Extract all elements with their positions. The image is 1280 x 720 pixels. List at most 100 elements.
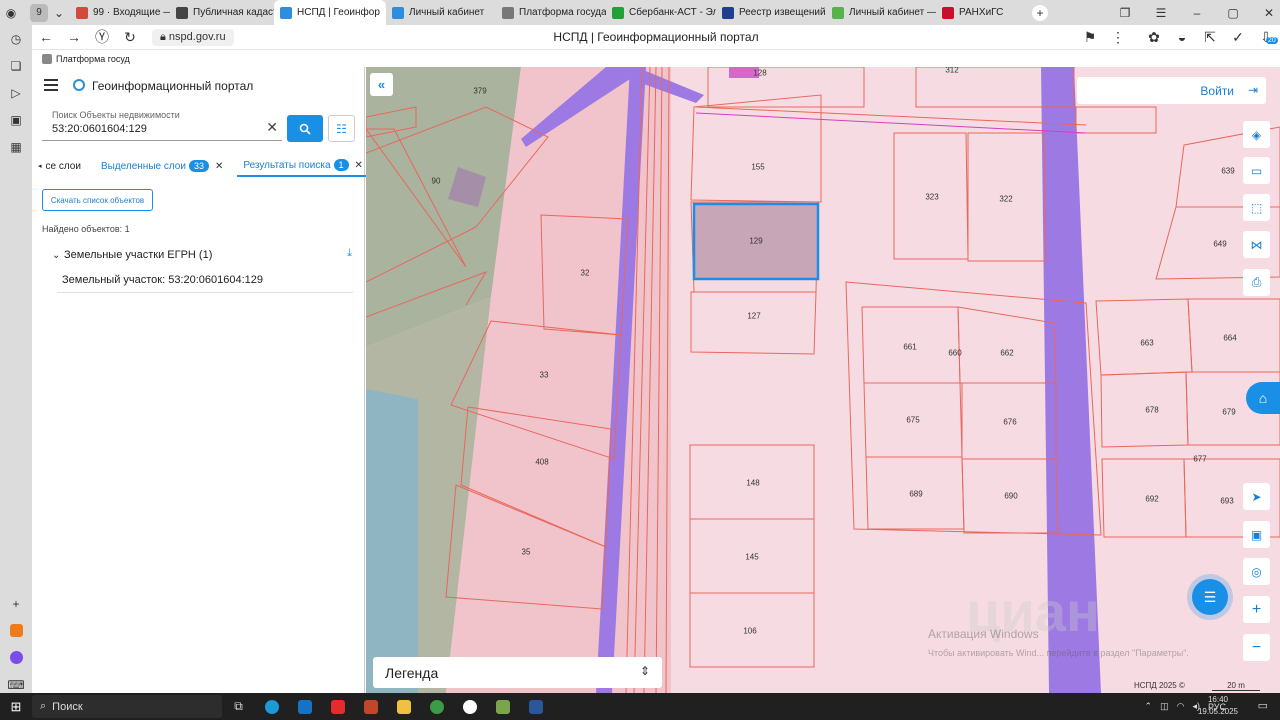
chevron-down-icon[interactable]: ⌄ [52,250,64,261]
tab-count-badge[interactable]: 9 [30,3,48,22]
vpn-icon[interactable]: ◒ [1168,29,1196,45]
measure-button[interactable]: ▭ [1243,157,1270,184]
windows-start-icon[interactable]: ⊞ [0,693,32,720]
clock[interactable]: 16:40 19.05.2025 [1198,694,1238,718]
taskbar-search[interactable]: ⌕ Поиск [32,695,222,718]
map-view[interactable]: 379 128 312 90 155 323 322 639 129 32 649 127 661 660… [366,67,1280,693]
close-tab-icon[interactable]: ✕ [355,160,363,171]
browser-tab[interactable]: 99 · Входящие — Ян [70,0,170,25]
legend-dropdown[interactable]: Легенда ⇕ [373,657,662,688]
reload-icon[interactable]: ↻ [116,29,144,46]
search-button[interactable] [287,115,323,142]
translate-icon[interactable]: ✓ [1224,29,1252,46]
minimize-icon[interactable]: – [1186,2,1208,24]
history-icon[interactable]: ◷ [0,25,32,52]
explorer-icon[interactable] [387,693,420,720]
tab-label: се слои [45,160,81,172]
yandex-taskbar-icon[interactable] [321,693,354,720]
downloads-icon[interactable]: ⇩ 20 [1252,29,1280,46]
download-list-button[interactable]: Скачать список объектов [42,189,153,211]
outlook-icon[interactable] [288,693,321,720]
task-view-icon[interactable]: ⧉ [222,693,255,720]
download-icon[interactable]: ⤓ [347,247,352,260]
close-tab-icon[interactable]: ✕ [215,161,223,172]
browser-tab[interactable]: Личный кабинет — [826,0,936,25]
browser-tab[interactable]: Реестр извещений [716,0,826,25]
locate-button[interactable]: ➤ [1243,483,1270,510]
chrome-icon[interactable] [420,693,453,720]
tab-all-layers[interactable]: ◂ се слои [32,155,87,177]
browser-tab[interactable]: Платформа государ [496,0,606,25]
tray-up-icon[interactable]: ⌃ [1145,701,1153,712]
browser-tab[interactable]: РАНХиГС [936,0,1026,25]
filter-button[interactable]: ☷ [328,115,355,142]
tab-favicon-icon [280,6,292,19]
wifi-icon[interactable]: ◠ [1177,701,1185,712]
edge-icon[interactable] [255,693,288,720]
media-icon[interactable]: ▷ [0,79,32,106]
parcel-label: 32 [580,268,590,278]
tabs-dropdown-icon[interactable]: ⌄ [48,2,70,24]
notifications-icon[interactable]: ▭ [1258,699,1268,712]
share-icon[interactable]: ⇱ [1196,29,1224,46]
word-icon[interactable] [519,693,552,720]
url-field[interactable]: 🔒︎ nspd.gov.ru [152,28,234,46]
zoom-out-button[interactable]: − [1243,634,1270,661]
result-item[interactable]: Земельный участок: 53:20:0601604:129 [57,267,353,293]
files-icon[interactable] [354,693,387,720]
browser-tab[interactable]: Личный кабинет [386,0,496,25]
parcel-label: 312 [945,67,959,75]
menu-icon[interactable] [44,79,58,94]
tab-title: Платформа государ [519,7,606,18]
print-button[interactable]: ⎙ [1243,269,1270,296]
add-icon[interactable]: + [0,590,32,617]
browser-tab[interactable]: Публичная кадастр [170,0,274,25]
extension-icon[interactable]: ✿ [1140,29,1168,46]
bookmark-item[interactable]: Платформа госуд [56,54,130,64]
chat-button[interactable]: ☰ [1192,579,1228,615]
browser-tab[interactable]: НСПД | Геоинфор✕ [274,0,386,25]
yandex-icon[interactable]: Ⓨ [88,27,116,47]
maximize-icon[interactable]: ▢ [1222,2,1244,24]
alice-icon[interactable] [0,644,32,671]
browser-tab[interactable]: Сбербанк-АСТ - Эл [606,0,716,25]
minimap-button[interactable]: ▣ [1243,521,1270,548]
forward-icon[interactable]: → [60,29,88,45]
tabs-icon[interactable]: ▣ [0,106,32,133]
zoom-in-button[interactable]: + [1243,596,1270,623]
collections-icon[interactable]: ❏ [0,52,32,79]
parcel-label: 639 [1221,166,1235,176]
pictures-icon[interactable]: ▦ [0,133,32,160]
back-icon[interactable]: ← [32,29,60,45]
more-icon[interactable]: ⋮ [1104,29,1132,46]
network-icon[interactable]: ◫ [1160,701,1169,712]
sidebar-bottom: + ⌨ [0,590,32,698]
help-button[interactable]: ⌂ [1246,382,1280,414]
water-zone [366,389,418,693]
result-group[interactable]: ⌄ Земельные участки ЕГРН (1) ⤓ [52,247,352,263]
geo-button[interactable]: ◎ [1243,558,1270,585]
tab-selected-layers[interactable]: Выделенные слои 33 ✕ [95,155,229,177]
selected-layers-badge: 33 [188,160,209,172]
select-area-button[interactable]: ⬚ [1243,194,1270,221]
collapse-panel-button[interactable]: « [370,73,393,96]
yandex-browser-icon[interactable] [453,693,486,720]
layers-button[interactable]: ◈ [1243,121,1270,148]
new-tab-button[interactable]: + [1032,4,1048,21]
browser-tab-strip: ◉ 9 ⌄ 99 · Входящие — Ян Публичная кадаст… [0,0,1280,25]
tab-manager-icon[interactable]: ❐ [1114,2,1136,24]
parcel-label: 33 [539,370,549,380]
search-input[interactable] [52,123,252,135]
tab-search-results[interactable]: Результаты поиска 1 ✕ [237,155,369,177]
close-window-icon[interactable]: ✕ [1258,2,1280,24]
window-menu-icon[interactable]: ☰ [1150,2,1172,24]
login-button[interactable]: Войти ⇥ [1077,77,1266,104]
clear-search-icon[interactable]: ✕ [266,119,278,136]
map-canvas[interactable] [366,67,1280,693]
shop-icon[interactable] [0,617,32,644]
app-icon[interactable] [486,693,519,720]
share-button[interactable]: ⋈ [1243,231,1270,258]
bookmark-icon[interactable]: ⚑ [1076,29,1104,46]
browser-menu-icon[interactable]: ◉ [0,2,22,24]
portal-logo-icon [73,79,85,91]
